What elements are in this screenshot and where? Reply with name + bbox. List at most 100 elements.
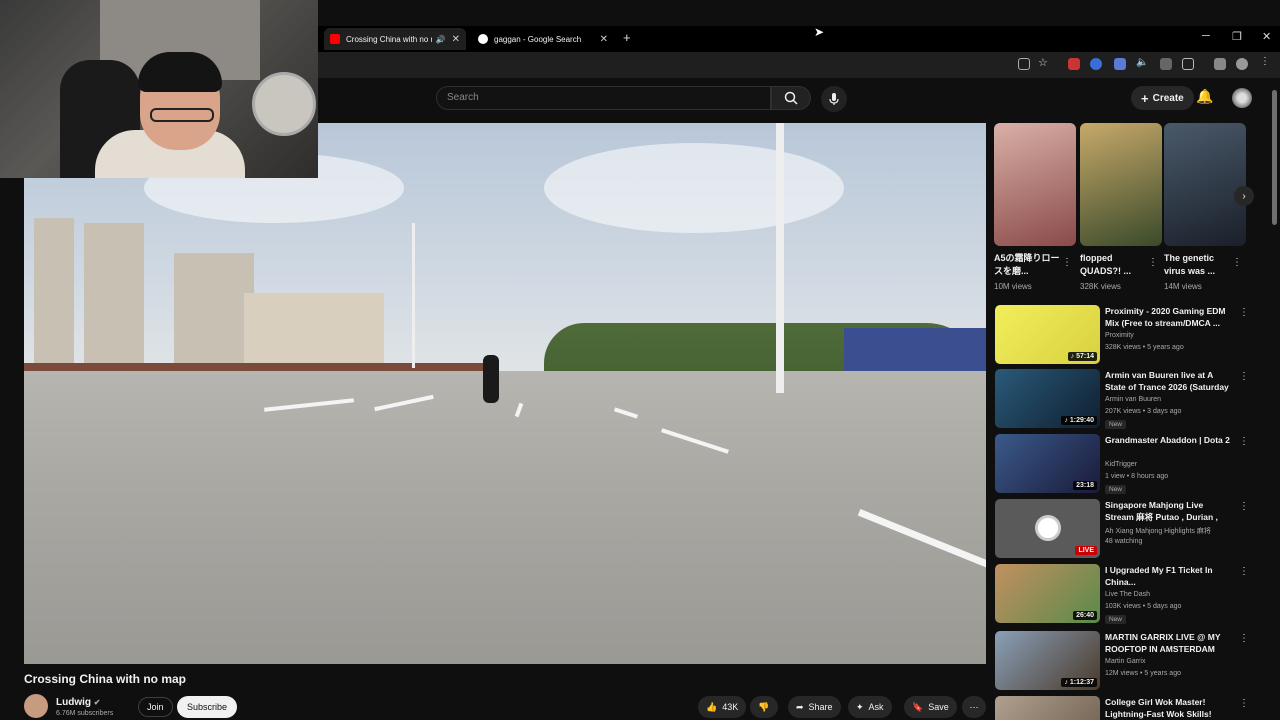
short-menu-icon[interactable]: ⋮ xyxy=(1148,257,1158,268)
more-actions-button[interactable]: ⋯ xyxy=(962,696,986,718)
recommendation-title[interactable]: Grandmaster Abaddon | Dota 2 xyxy=(1105,434,1233,446)
join-button[interactable]: Join xyxy=(138,697,173,717)
thumbs-down-icon: 👎 xyxy=(758,701,770,712)
save-button[interactable]: 🔖 Save xyxy=(904,696,957,718)
video-thumbnail[interactable]: 26:40 xyxy=(995,564,1100,623)
short-item[interactable]: The genetic virus was ... 14M views ⋮ xyxy=(1164,123,1248,291)
recommendation-item[interactable]: ♪ 1:29:40 Armin van Buuren live at A Sta… xyxy=(995,369,1255,431)
create-button[interactable]: + Create xyxy=(1131,86,1194,110)
like-button[interactable]: 👍 43K xyxy=(698,696,746,718)
video-thumbnail[interactable]: LIVE xyxy=(995,499,1100,558)
webcam-overlay xyxy=(0,0,318,178)
video-street-pole xyxy=(412,223,415,368)
extension-icon[interactable] xyxy=(1214,58,1226,70)
extension-icon[interactable] xyxy=(1160,58,1172,70)
video-thumbnail[interactable]: ♪ 1:12:37 xyxy=(995,631,1100,690)
recommendation-menu-icon[interactable]: ⋮ xyxy=(1239,698,1249,709)
recommendation-channel[interactable]: Martin Garrix xyxy=(1105,658,1145,665)
dislike-button[interactable]: 👎 xyxy=(750,696,778,718)
speaker-icon[interactable]: 🔊 xyxy=(436,35,446,44)
duration-badge: ♪ 57:14 xyxy=(1067,352,1097,361)
recommendation-item[interactable]: College Girl Wok Master! Lightning-Fast … xyxy=(995,696,1255,720)
tab-title: gaggan - Google Search xyxy=(494,34,582,44)
menu-dots-icon[interactable]: ⋮ xyxy=(1260,56,1272,68)
search-input[interactable]: Search xyxy=(436,86,771,110)
video-thumbnail[interactable]: ♪ 1:29:40 xyxy=(995,369,1100,428)
profile-icon[interactable] xyxy=(1236,58,1248,70)
page-scrollbar[interactable] xyxy=(1272,90,1277,225)
channel-avatar[interactable] xyxy=(24,694,48,718)
cast-icon[interactable] xyxy=(1018,58,1030,70)
recommendation-item[interactable]: ♪ 57:14 Proximity - 2020 Gaming EDM Mix … xyxy=(995,305,1255,367)
recommendation-channel[interactable]: KidTrigger xyxy=(1105,461,1137,468)
short-title[interactable]: flopped QUADS?! ... xyxy=(1080,252,1150,278)
close-tab-icon[interactable]: ✕ xyxy=(452,34,460,45)
short-item[interactable]: flopped QUADS?! ... 328K views ⋮ xyxy=(1080,123,1164,291)
recommendation-menu-icon[interactable]: ⋮ xyxy=(1239,307,1249,318)
video-player[interactable] xyxy=(24,123,986,664)
recommendation-menu-icon[interactable]: ⋮ xyxy=(1239,501,1249,512)
recommendation-title[interactable]: Proximity - 2020 Gaming EDM Mix (Free to… xyxy=(1105,305,1233,329)
short-menu-icon[interactable]: ⋮ xyxy=(1062,257,1072,268)
new-badge: New xyxy=(1105,420,1127,429)
video-thumbnail[interactable]: 23:18 xyxy=(995,434,1100,493)
short-thumbnail[interactable] xyxy=(1080,123,1162,246)
youtube-favicon-icon xyxy=(330,34,340,44)
ask-button[interactable]: ✦ Ask xyxy=(848,696,892,718)
recommendation-menu-icon[interactable]: ⋮ xyxy=(1239,436,1249,447)
voice-search-button[interactable] xyxy=(821,86,847,112)
recommendation-title[interactable]: College Girl Wok Master! Lightning-Fast … xyxy=(1105,696,1233,720)
channel-name[interactable]: Ludwig ✔ xyxy=(56,697,100,708)
search-button[interactable] xyxy=(771,86,811,110)
recommendation-item[interactable]: 23:18 Grandmaster Abaddon | Dota 2 KidTr… xyxy=(995,434,1255,496)
video-building xyxy=(244,293,384,363)
account-avatar[interactable] xyxy=(1232,88,1252,108)
extension-icon[interactable] xyxy=(1090,58,1102,70)
close-window-button[interactable]: ✕ xyxy=(1262,30,1271,43)
bookmark-star-icon[interactable]: ☆ xyxy=(1038,56,1050,69)
short-item[interactable]: A5の霜降りロースを磨... 10M views ⋮ xyxy=(994,123,1078,291)
recommendation-channel[interactable]: Ah Xiang Mahjong Highlights 麻将 xyxy=(1105,526,1211,536)
restore-button[interactable]: ❐ xyxy=(1232,30,1242,43)
subscribe-button[interactable]: Subscribe xyxy=(177,696,238,718)
video-thumbnail[interactable]: ♪ 57:14 xyxy=(995,305,1100,364)
extension-icon[interactable] xyxy=(1114,58,1126,70)
notifications-bell-icon[interactable]: 🔔 xyxy=(1196,88,1213,105)
minimize-button[interactable]: ─ xyxy=(1202,30,1210,42)
recommendation-title[interactable]: Singapore Mahjong Live Stream 麻将 Putao ,… xyxy=(1105,499,1233,523)
close-tab-icon[interactable]: ✕ xyxy=(600,34,608,45)
channel-name-text: Ludwig xyxy=(56,697,91,708)
recommendation-title[interactable]: MARTIN GARRIX LIVE @ MY ROOFTOP IN AMSTE… xyxy=(1105,631,1233,655)
recommendation-menu-icon[interactable]: ⋮ xyxy=(1239,371,1249,382)
shorts-shelf: A5の霜降りロースを磨... 10M views ⋮ flopped QUADS… xyxy=(994,123,1246,293)
recommendation-title[interactable]: Armin van Buuren live at A State of Tran… xyxy=(1105,369,1233,393)
video-road xyxy=(24,371,986,664)
share-button[interactable]: ➦ Share xyxy=(788,696,841,718)
browser-toolbar: ☆ 🔈 ⋮ xyxy=(318,52,1280,78)
recommendation-item[interactable]: ♪ 1:12:37 MARTIN GARRIX LIVE @ MY ROOFTO… xyxy=(995,631,1255,693)
youtube-header: Search + Create 🔔 xyxy=(318,78,1280,122)
webcam-glasses xyxy=(150,108,214,122)
volume-icon[interactable]: 🔈 xyxy=(1136,57,1148,69)
recommendation-channel[interactable]: Armin van Buuren xyxy=(1105,396,1161,403)
new-tab-button[interactable]: + xyxy=(623,30,631,45)
recommendation-title[interactable]: I Upgraded My F1 Ticket In China... xyxy=(1105,564,1233,588)
short-menu-icon[interactable]: ⋮ xyxy=(1232,257,1242,268)
short-thumbnail[interactable] xyxy=(1164,123,1246,246)
short-thumbnail[interactable] xyxy=(994,123,1076,246)
recommendation-menu-icon[interactable]: ⋮ xyxy=(1239,633,1249,644)
extensions-puzzle-icon[interactable] xyxy=(1182,58,1194,70)
bookmark-icon: 🔖 xyxy=(912,701,924,712)
short-title[interactable]: The genetic virus was ... xyxy=(1164,252,1234,278)
recommendation-item[interactable]: LIVE Singapore Mahjong Live Stream 麻将 Pu… xyxy=(995,499,1255,561)
short-title[interactable]: A5の霜降りロースを磨... xyxy=(994,252,1064,278)
recommendation-channel[interactable]: Live The Dash xyxy=(1105,591,1150,598)
recommendation-channel[interactable]: Proximity xyxy=(1105,332,1134,339)
shorts-next-chevron-icon[interactable]: › xyxy=(1234,186,1254,206)
gmail-extension-icon[interactable] xyxy=(1068,58,1080,70)
recommendation-menu-icon[interactable]: ⋮ xyxy=(1239,566,1249,577)
recommendation-item[interactable]: 26:40 I Upgraded My F1 Ticket In China..… xyxy=(995,564,1255,626)
tab-crossing-china[interactable]: Crossing China with no map 🔊 ✕ xyxy=(324,28,466,50)
video-thumbnail[interactable] xyxy=(995,696,1100,720)
tab-google-search[interactable]: gaggan - Google Search ✕ xyxy=(472,28,614,50)
